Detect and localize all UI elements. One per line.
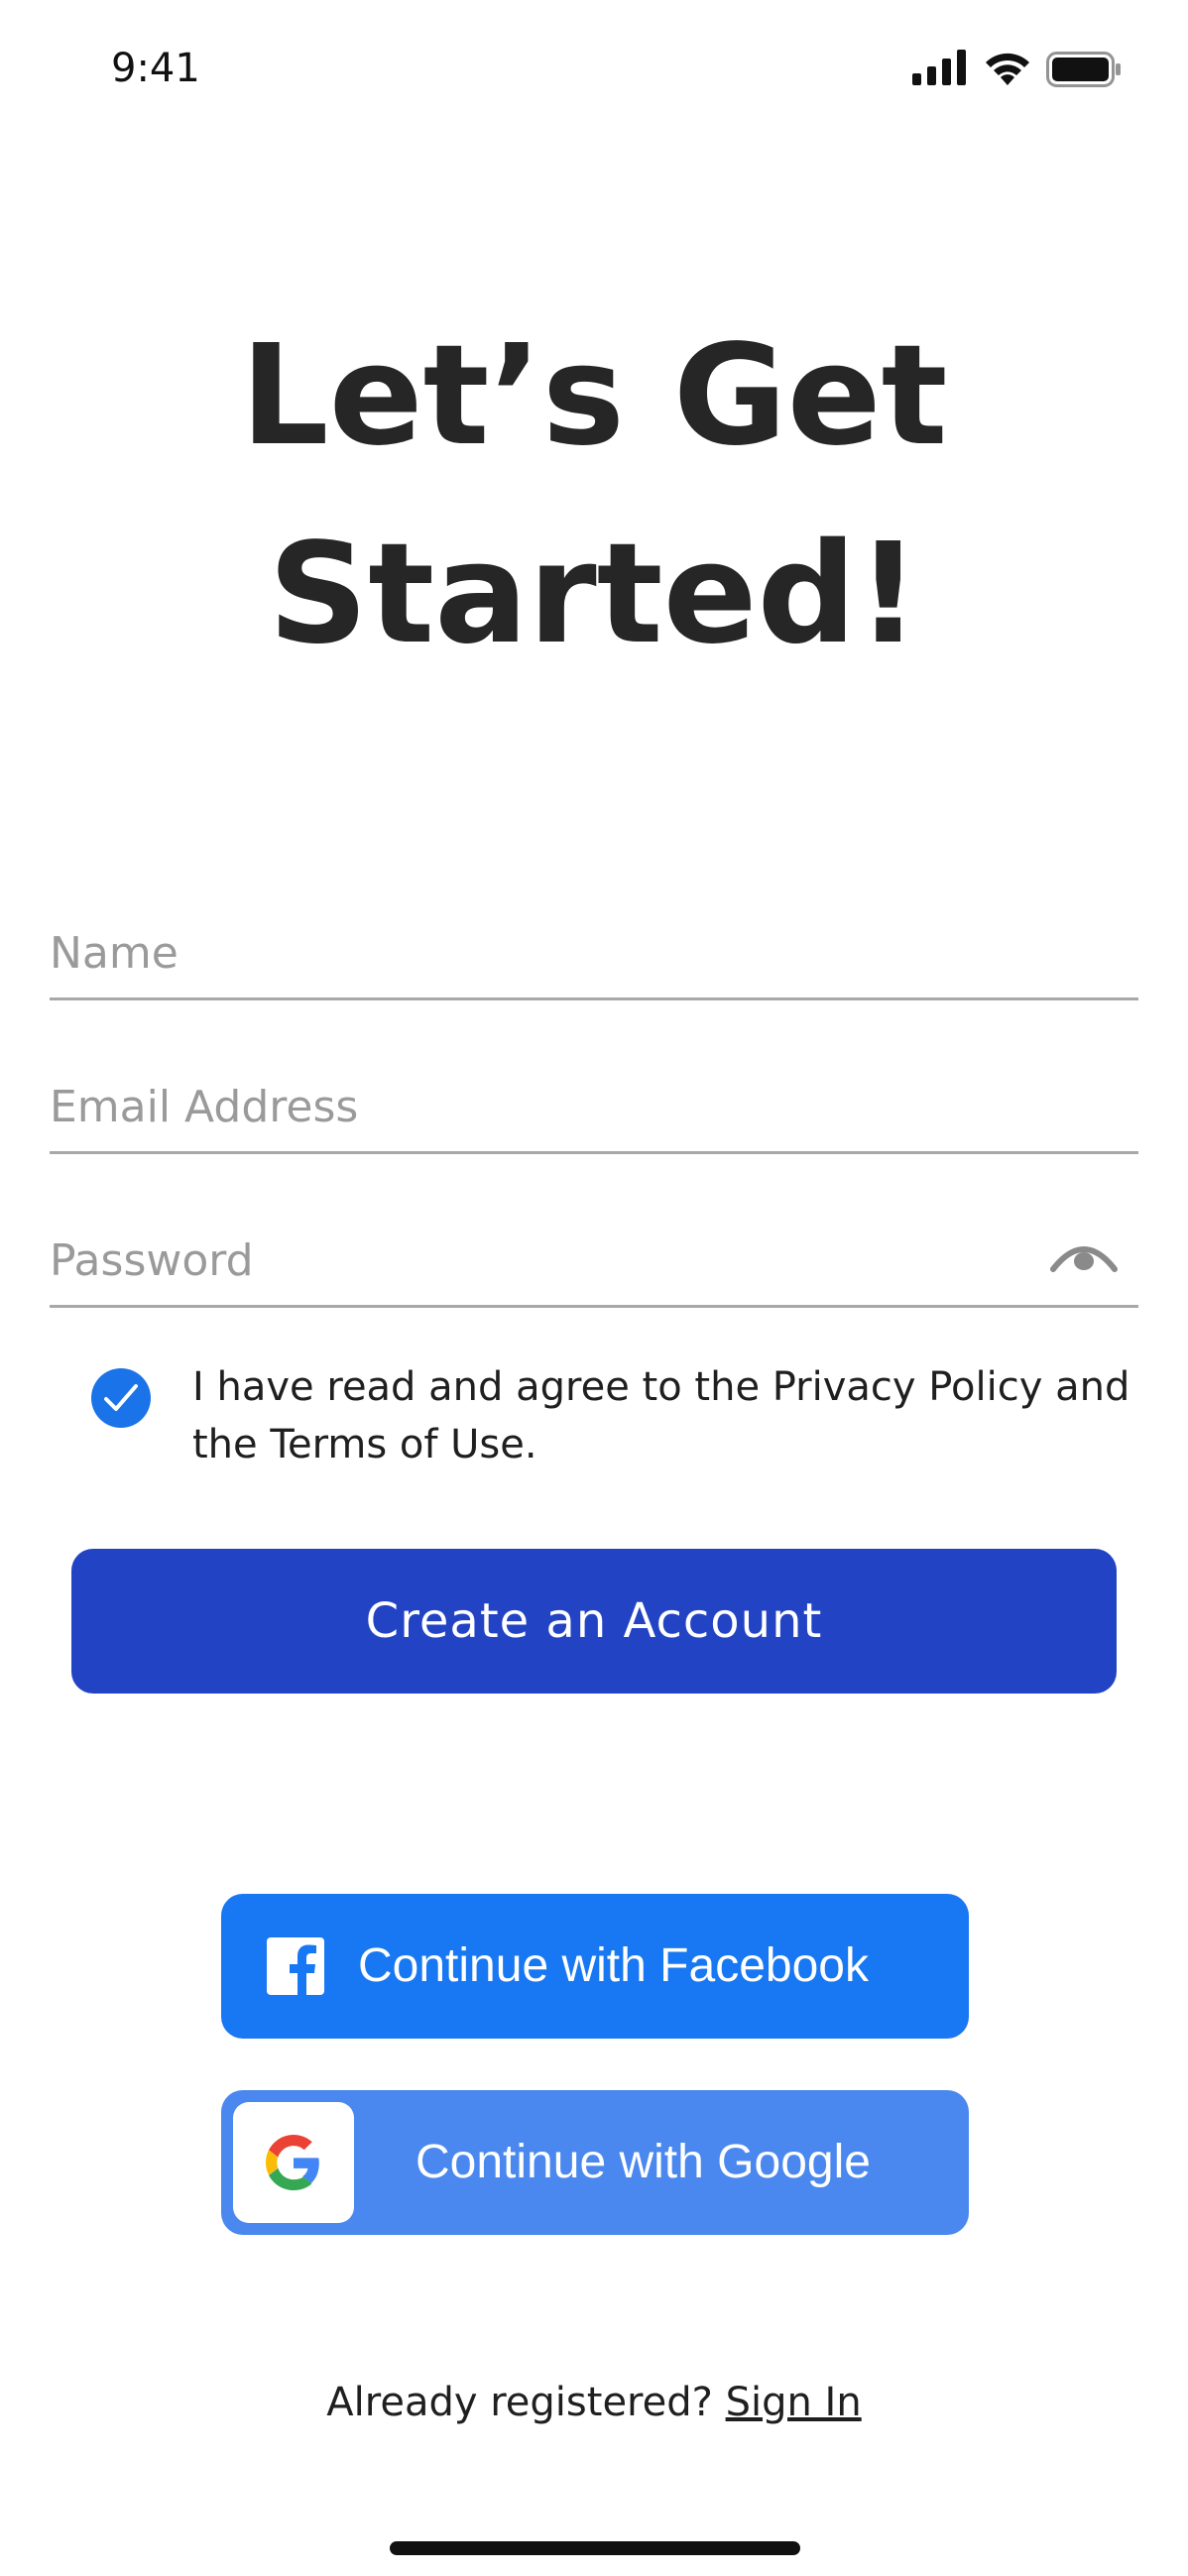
status-time: 9:41 (111, 46, 200, 91)
google-button-label: Continue with Google (416, 2136, 871, 2188)
battery-icon (1046, 52, 1121, 87)
signin-prompt-text: Already registered? (326, 2380, 713, 2425)
terms-text: I have read and agree to the Privacy Pol… (192, 1364, 1130, 1467)
title-line-1: Let’s Get (240, 315, 948, 477)
signin-link[interactable]: Sign In (726, 2380, 862, 2425)
password-input[interactable] (50, 1226, 1021, 1295)
terms-agreement: I have read and agree to the Privacy Pol… (91, 1358, 1142, 1467)
eye-icon[interactable] (1049, 1235, 1119, 1275)
facebook-button-label: Continue with Facebook (358, 1939, 869, 1992)
terms-checkbox[interactable] (91, 1368, 151, 1428)
signin-prompt: Already registered? Sign In (0, 2380, 1188, 2425)
name-field (50, 898, 1138, 1000)
google-logo-box (233, 2102, 354, 2223)
wifi-icon (986, 53, 1029, 85)
signal-icon (912, 50, 966, 85)
email-field (50, 1052, 1138, 1154)
create-account-button[interactable]: Create an Account (71, 1549, 1117, 1694)
google-button[interactable]: Continue with Google (221, 2090, 969, 2235)
title-line-2: Started! (268, 514, 920, 675)
password-field (50, 1206, 1138, 1308)
status-bar: 9:41 (0, 0, 1188, 139)
checkmark-icon (104, 1384, 138, 1411)
facebook-button[interactable]: Continue with Facebook (221, 1894, 969, 2039)
email-input[interactable] (50, 1072, 1021, 1141)
home-indicator (390, 2541, 800, 2555)
name-input[interactable] (50, 918, 1021, 988)
google-icon (266, 2135, 319, 2190)
facebook-icon (267, 1937, 324, 1995)
page-title: Let’s Get Started! (0, 297, 1188, 694)
